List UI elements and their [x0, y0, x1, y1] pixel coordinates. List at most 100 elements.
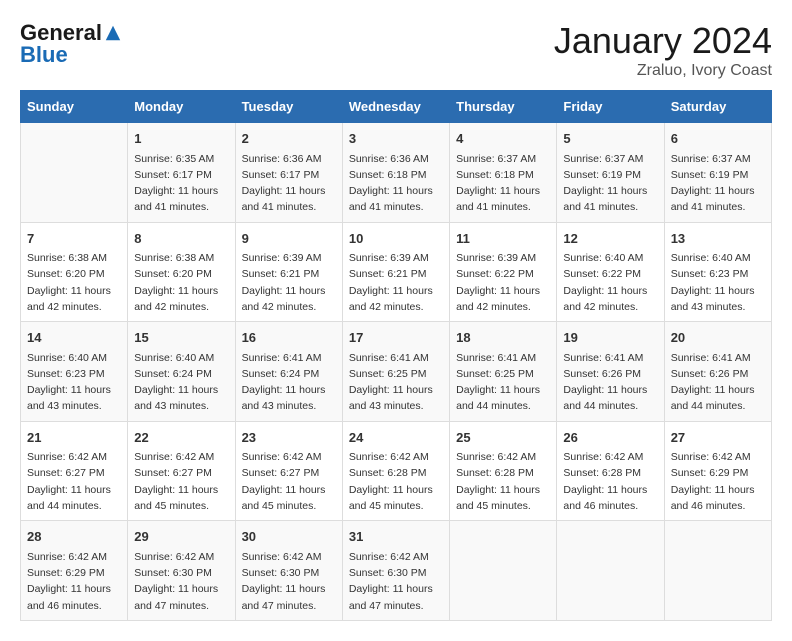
day-number: 6	[671, 129, 765, 149]
day-info: Sunrise: 6:41 AM Sunset: 6:25 PM Dayligh…	[456, 350, 550, 415]
day-info: Sunrise: 6:40 AM Sunset: 6:23 PM Dayligh…	[671, 250, 765, 315]
day-number: 29	[134, 527, 228, 547]
day-number: 21	[27, 428, 121, 448]
day-number: 17	[349, 328, 443, 348]
day-info: Sunrise: 6:37 AM Sunset: 6:18 PM Dayligh…	[456, 151, 550, 216]
title-area: January 2024 Zraluo, Ivory Coast	[554, 20, 772, 80]
calendar-cell	[557, 521, 664, 621]
calendar-cell: 20Sunrise: 6:41 AM Sunset: 6:26 PM Dayli…	[664, 322, 771, 422]
calendar-cell: 18Sunrise: 6:41 AM Sunset: 6:25 PM Dayli…	[450, 322, 557, 422]
day-info: Sunrise: 6:39 AM Sunset: 6:21 PM Dayligh…	[349, 250, 443, 315]
calendar-cell: 7Sunrise: 6:38 AM Sunset: 6:20 PM Daylig…	[21, 222, 128, 322]
day-number: 1	[134, 129, 228, 149]
calendar-cell: 21Sunrise: 6:42 AM Sunset: 6:27 PM Dayli…	[21, 421, 128, 521]
calendar-cell: 31Sunrise: 6:42 AM Sunset: 6:30 PM Dayli…	[342, 521, 449, 621]
day-number: 2	[242, 129, 336, 149]
calendar-week-row: 1Sunrise: 6:35 AM Sunset: 6:17 PM Daylig…	[21, 123, 772, 223]
calendar-cell: 16Sunrise: 6:41 AM Sunset: 6:24 PM Dayli…	[235, 322, 342, 422]
day-number: 9	[242, 229, 336, 249]
logo-icon	[104, 24, 122, 42]
calendar-cell: 25Sunrise: 6:42 AM Sunset: 6:28 PM Dayli…	[450, 421, 557, 521]
day-info: Sunrise: 6:42 AM Sunset: 6:29 PM Dayligh…	[27, 549, 121, 614]
calendar-table: SundayMondayTuesdayWednesdayThursdayFrid…	[20, 90, 772, 621]
calendar-cell: 19Sunrise: 6:41 AM Sunset: 6:26 PM Dayli…	[557, 322, 664, 422]
calendar-cell: 1Sunrise: 6:35 AM Sunset: 6:17 PM Daylig…	[128, 123, 235, 223]
day-info: Sunrise: 6:38 AM Sunset: 6:20 PM Dayligh…	[27, 250, 121, 315]
calendar-cell: 30Sunrise: 6:42 AM Sunset: 6:30 PM Dayli…	[235, 521, 342, 621]
calendar-week-row: 7Sunrise: 6:38 AM Sunset: 6:20 PM Daylig…	[21, 222, 772, 322]
day-info: Sunrise: 6:40 AM Sunset: 6:22 PM Dayligh…	[563, 250, 657, 315]
day-info: Sunrise: 6:38 AM Sunset: 6:20 PM Dayligh…	[134, 250, 228, 315]
calendar-cell: 2Sunrise: 6:36 AM Sunset: 6:17 PM Daylig…	[235, 123, 342, 223]
calendar-cell	[21, 123, 128, 223]
day-info: Sunrise: 6:41 AM Sunset: 6:24 PM Dayligh…	[242, 350, 336, 415]
calendar-header-row: SundayMondayTuesdayWednesdayThursdayFrid…	[21, 91, 772, 123]
calendar-cell: 22Sunrise: 6:42 AM Sunset: 6:27 PM Dayli…	[128, 421, 235, 521]
calendar-cell	[664, 521, 771, 621]
calendar-cell: 6Sunrise: 6:37 AM Sunset: 6:19 PM Daylig…	[664, 123, 771, 223]
day-number: 26	[563, 428, 657, 448]
day-info: Sunrise: 6:42 AM Sunset: 6:30 PM Dayligh…	[134, 549, 228, 614]
day-info: Sunrise: 6:36 AM Sunset: 6:18 PM Dayligh…	[349, 151, 443, 216]
day-number: 18	[456, 328, 550, 348]
day-number: 13	[671, 229, 765, 249]
calendar-week-row: 28Sunrise: 6:42 AM Sunset: 6:29 PM Dayli…	[21, 521, 772, 621]
calendar-cell: 8Sunrise: 6:38 AM Sunset: 6:20 PM Daylig…	[128, 222, 235, 322]
day-number: 23	[242, 428, 336, 448]
calendar-cell: 4Sunrise: 6:37 AM Sunset: 6:18 PM Daylig…	[450, 123, 557, 223]
day-number: 11	[456, 229, 550, 249]
day-number: 8	[134, 229, 228, 249]
day-number: 10	[349, 229, 443, 249]
day-info: Sunrise: 6:42 AM Sunset: 6:27 PM Dayligh…	[27, 449, 121, 514]
header-wednesday: Wednesday	[342, 91, 449, 123]
calendar-cell: 26Sunrise: 6:42 AM Sunset: 6:28 PM Dayli…	[557, 421, 664, 521]
day-info: Sunrise: 6:42 AM Sunset: 6:30 PM Dayligh…	[349, 549, 443, 614]
day-number: 22	[134, 428, 228, 448]
day-number: 27	[671, 428, 765, 448]
day-info: Sunrise: 6:39 AM Sunset: 6:21 PM Dayligh…	[242, 250, 336, 315]
day-number: 3	[349, 129, 443, 149]
logo-blue-text: Blue	[20, 42, 68, 68]
month-title: January 2024	[554, 20, 772, 62]
day-info: Sunrise: 6:42 AM Sunset: 6:29 PM Dayligh…	[671, 449, 765, 514]
day-info: Sunrise: 6:36 AM Sunset: 6:17 PM Dayligh…	[242, 151, 336, 216]
day-number: 12	[563, 229, 657, 249]
day-number: 24	[349, 428, 443, 448]
day-info: Sunrise: 6:41 AM Sunset: 6:26 PM Dayligh…	[671, 350, 765, 415]
header-sunday: Sunday	[21, 91, 128, 123]
calendar-cell: 12Sunrise: 6:40 AM Sunset: 6:22 PM Dayli…	[557, 222, 664, 322]
calendar-cell: 3Sunrise: 6:36 AM Sunset: 6:18 PM Daylig…	[342, 123, 449, 223]
calendar-cell: 5Sunrise: 6:37 AM Sunset: 6:19 PM Daylig…	[557, 123, 664, 223]
calendar-cell: 28Sunrise: 6:42 AM Sunset: 6:29 PM Dayli…	[21, 521, 128, 621]
day-number: 15	[134, 328, 228, 348]
day-info: Sunrise: 6:35 AM Sunset: 6:17 PM Dayligh…	[134, 151, 228, 216]
day-number: 31	[349, 527, 443, 547]
page-header: General Blue January 2024 Zraluo, Ivory …	[20, 20, 772, 80]
day-info: Sunrise: 6:42 AM Sunset: 6:28 PM Dayligh…	[563, 449, 657, 514]
calendar-cell: 10Sunrise: 6:39 AM Sunset: 6:21 PM Dayli…	[342, 222, 449, 322]
calendar-cell: 27Sunrise: 6:42 AM Sunset: 6:29 PM Dayli…	[664, 421, 771, 521]
calendar-cell: 11Sunrise: 6:39 AM Sunset: 6:22 PM Dayli…	[450, 222, 557, 322]
day-number: 25	[456, 428, 550, 448]
calendar-cell: 29Sunrise: 6:42 AM Sunset: 6:30 PM Dayli…	[128, 521, 235, 621]
day-info: Sunrise: 6:42 AM Sunset: 6:28 PM Dayligh…	[456, 449, 550, 514]
day-info: Sunrise: 6:37 AM Sunset: 6:19 PM Dayligh…	[563, 151, 657, 216]
day-number: 28	[27, 527, 121, 547]
day-info: Sunrise: 6:41 AM Sunset: 6:25 PM Dayligh…	[349, 350, 443, 415]
calendar-cell: 13Sunrise: 6:40 AM Sunset: 6:23 PM Dayli…	[664, 222, 771, 322]
day-info: Sunrise: 6:42 AM Sunset: 6:30 PM Dayligh…	[242, 549, 336, 614]
header-friday: Friday	[557, 91, 664, 123]
day-number: 5	[563, 129, 657, 149]
calendar-cell: 14Sunrise: 6:40 AM Sunset: 6:23 PM Dayli…	[21, 322, 128, 422]
day-info: Sunrise: 6:42 AM Sunset: 6:27 PM Dayligh…	[134, 449, 228, 514]
calendar-cell: 17Sunrise: 6:41 AM Sunset: 6:25 PM Dayli…	[342, 322, 449, 422]
day-info: Sunrise: 6:39 AM Sunset: 6:22 PM Dayligh…	[456, 250, 550, 315]
day-info: Sunrise: 6:37 AM Sunset: 6:19 PM Dayligh…	[671, 151, 765, 216]
header-saturday: Saturday	[664, 91, 771, 123]
day-number: 19	[563, 328, 657, 348]
day-number: 14	[27, 328, 121, 348]
day-number: 4	[456, 129, 550, 149]
calendar-cell	[450, 521, 557, 621]
calendar-cell: 9Sunrise: 6:39 AM Sunset: 6:21 PM Daylig…	[235, 222, 342, 322]
calendar-cell: 23Sunrise: 6:42 AM Sunset: 6:27 PM Dayli…	[235, 421, 342, 521]
